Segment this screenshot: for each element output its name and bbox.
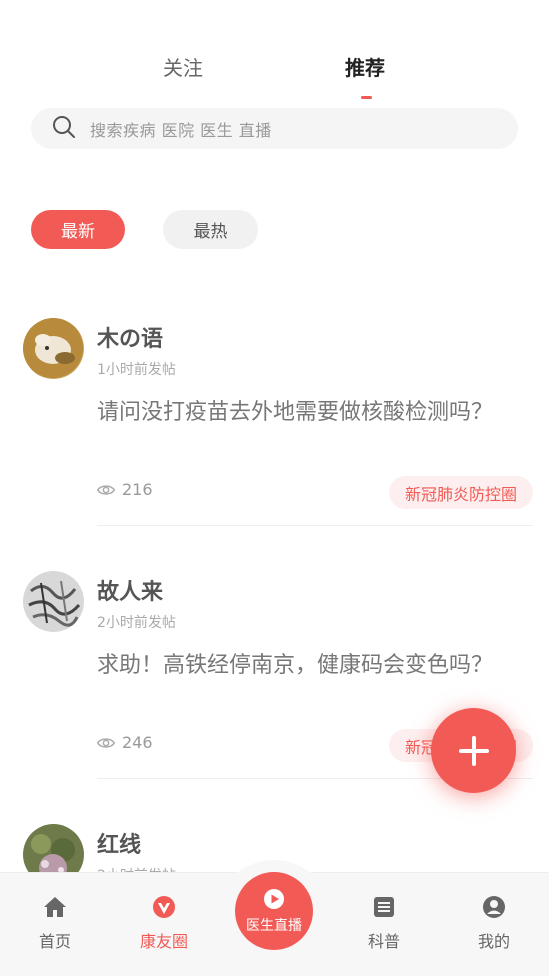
- eye-icon: [97, 737, 115, 748]
- post-author[interactable]: 木の语: [97, 321, 163, 353]
- post-author[interactable]: 故人来: [97, 574, 163, 606]
- search-bar[interactable]: 搜索疾病 医院 医生 直播: [31, 108, 518, 149]
- divider: [97, 525, 533, 526]
- user-icon: [483, 896, 505, 918]
- nav-live-label: 医生直播: [246, 917, 302, 934]
- avatar[interactable]: [23, 318, 84, 379]
- community-icon: [153, 896, 175, 918]
- nav-community-label: 康友圈: [139, 932, 188, 951]
- nav-mine[interactable]: 我的: [454, 895, 534, 952]
- nav-live-button[interactable]: 医生直播: [235, 872, 313, 950]
- post-content[interactable]: 求助！高铁经停南京，健康码会变色吗？: [97, 648, 507, 684]
- top-tabs: 关注 推荐: [0, 52, 549, 102]
- view-count-value: 246: [122, 733, 153, 752]
- avatar[interactable]: [23, 571, 84, 632]
- post-author[interactable]: 红线: [97, 827, 141, 859]
- tab-indicator: [361, 96, 372, 99]
- topic-tag[interactable]: 新冠肺炎防控圈: [388, 476, 533, 509]
- view-count: 216: [97, 480, 153, 499]
- home-icon: [44, 897, 66, 917]
- post-item[interactable]: 木の语 1小时前发帖 请问没打疫苗去外地需要做核酸检测吗？ 216 新冠肺炎防控…: [0, 318, 549, 528]
- play-icon: [264, 888, 284, 909]
- nav-science-label: 科普: [367, 932, 400, 951]
- post-time: 1小时前发帖: [97, 362, 176, 378]
- tab-follow[interactable]: 关注: [163, 52, 203, 81]
- nav-home-label: 首页: [38, 932, 71, 951]
- filter-hot-button[interactable]: 最热: [163, 210, 258, 249]
- plus-icon: [458, 735, 489, 766]
- post-time: 2小时前发帖: [97, 615, 176, 631]
- search-input[interactable]: 搜索疾病 医院 医生 直播: [90, 117, 272, 141]
- list-icon: [374, 897, 394, 917]
- nav-mine-label: 我的: [477, 932, 510, 951]
- tab-recommend[interactable]: 推荐: [345, 52, 385, 81]
- nav-community[interactable]: 康友圈: [124, 895, 204, 952]
- nav-science[interactable]: 科普: [344, 895, 424, 952]
- add-post-button[interactable]: [431, 708, 516, 793]
- view-count-value: 216: [122, 480, 153, 499]
- nav-home[interactable]: 首页: [15, 895, 95, 952]
- post-content[interactable]: 请问没打疫苗去外地需要做核酸检测吗？: [97, 395, 507, 431]
- eye-icon: [97, 484, 115, 495]
- search-icon: [52, 115, 76, 143]
- view-count: 246: [97, 733, 153, 752]
- filter-newest-button[interactable]: 最新: [31, 210, 125, 249]
